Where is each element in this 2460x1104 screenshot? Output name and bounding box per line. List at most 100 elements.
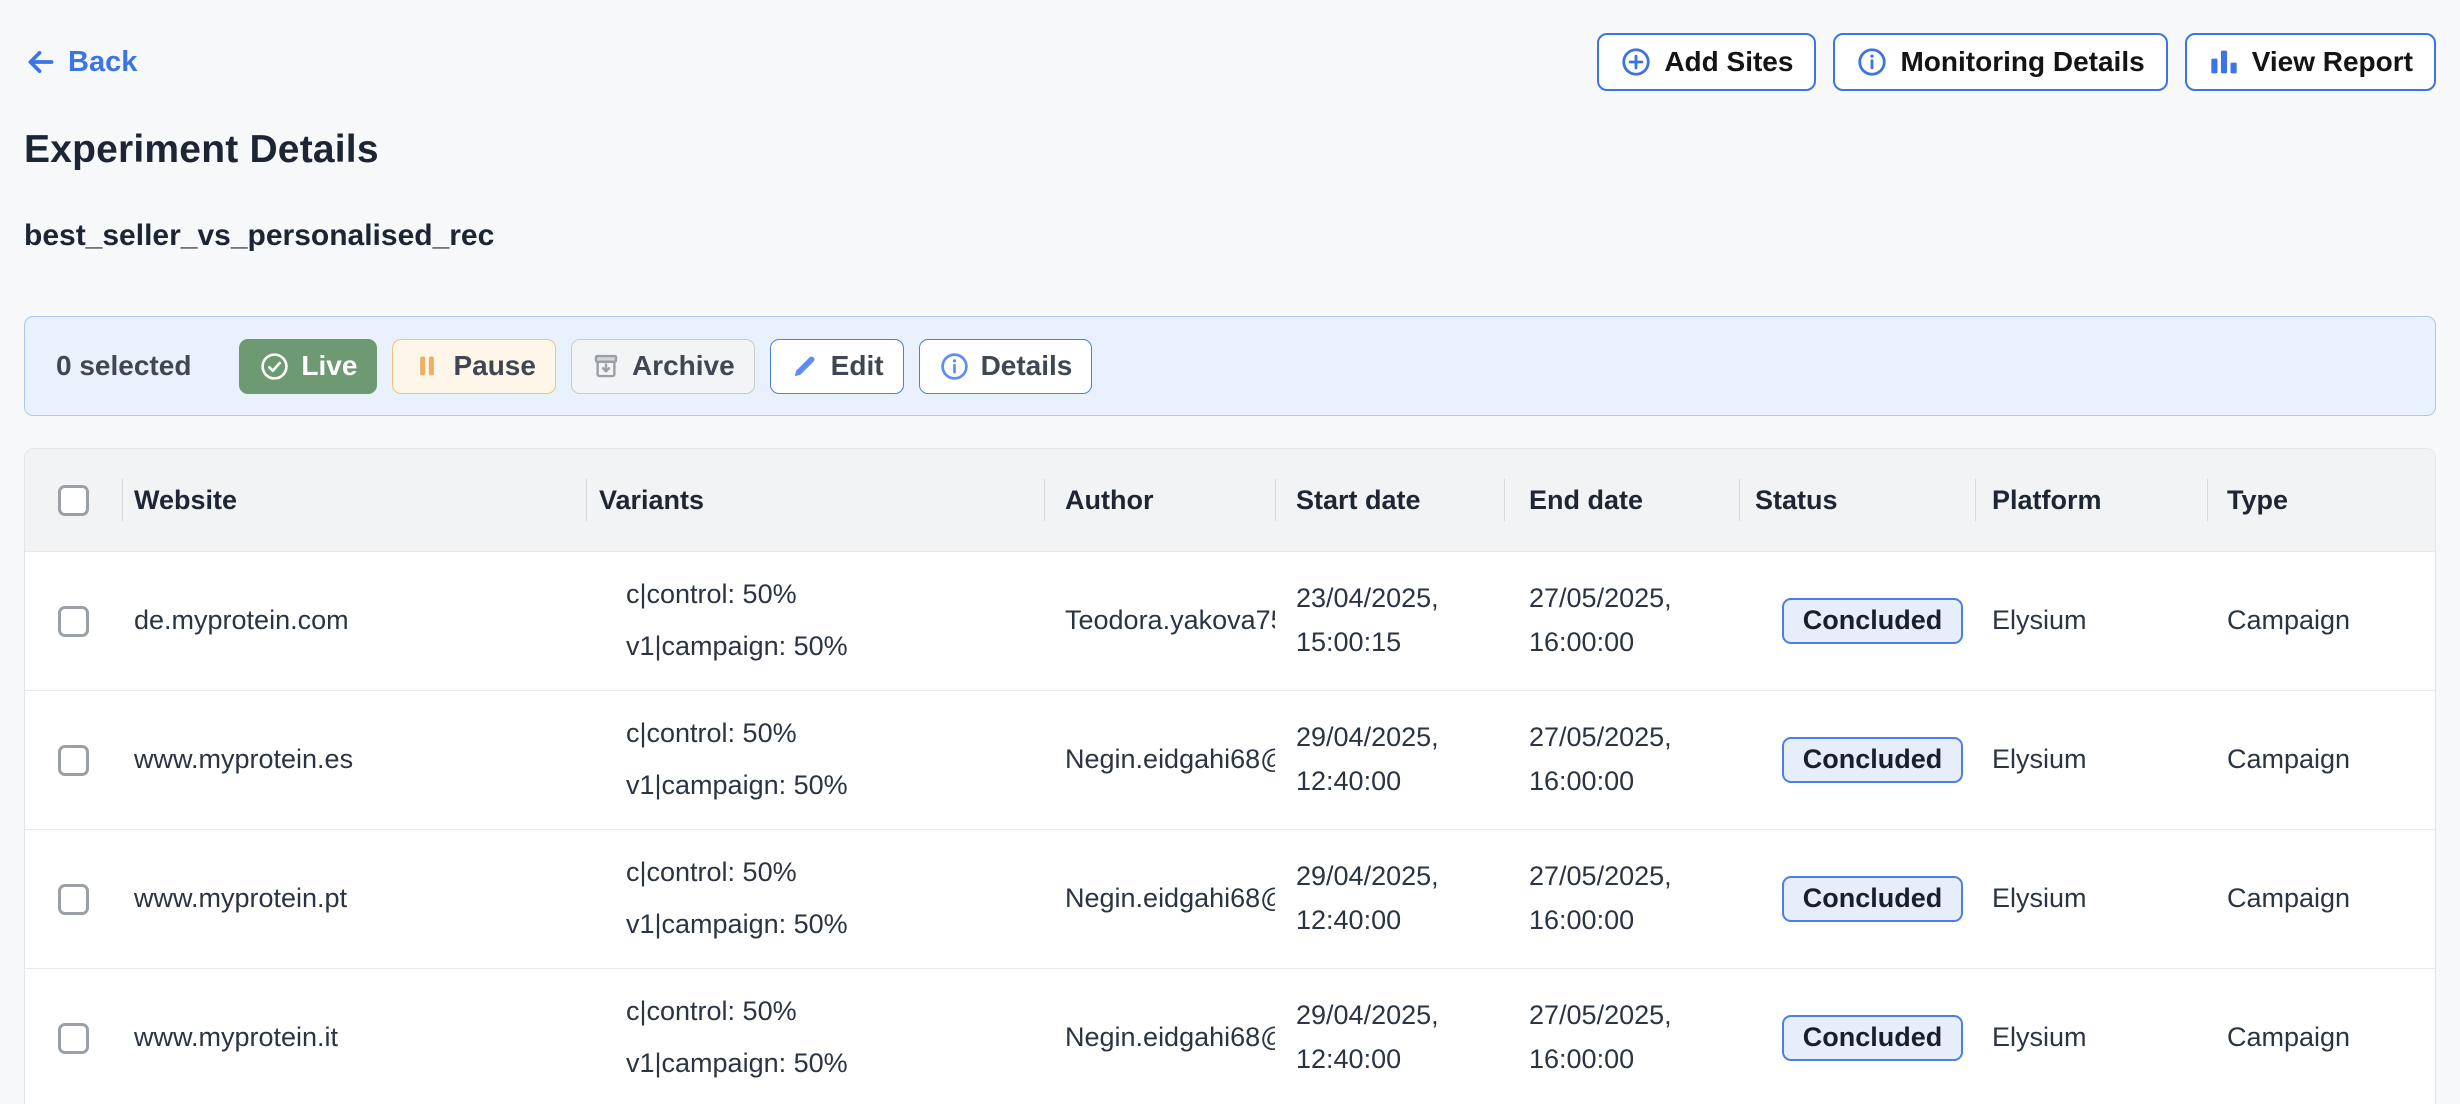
column-header-start-date[interactable]: Start date: [1275, 449, 1504, 551]
row-checkbox-cell: [25, 691, 122, 829]
bar-chart-icon: [2208, 46, 2240, 78]
time-line: 16:00:00: [1529, 621, 1739, 665]
status-badge: Concluded: [1782, 737, 1964, 783]
platform-cell: Elysium: [1975, 691, 2207, 829]
type-cell: Campaign: [2207, 969, 2436, 1104]
author-cell: Negin.eidgahi68@t: [1044, 969, 1275, 1104]
sites-table: Website Variants Author Start date End d…: [24, 448, 2436, 1104]
row-checkbox[interactable]: [58, 1023, 89, 1054]
monitoring-details-button[interactable]: Monitoring Details: [1833, 33, 2167, 91]
date-line: 29/04/2025,: [1296, 994, 1504, 1038]
status-cell: Concluded: [1739, 830, 1975, 968]
start-date-cell: 29/04/2025, 12:40:00: [1275, 691, 1504, 829]
column-header-website[interactable]: Website: [122, 449, 586, 551]
status-cell: Concluded: [1739, 691, 1975, 829]
column-header-variants[interactable]: Variants: [586, 449, 1044, 551]
variants-cell: c|control: 50% v1|campaign: 50%: [586, 969, 1044, 1104]
live-button[interactable]: Live: [239, 339, 377, 394]
status-badge: Concluded: [1782, 876, 1964, 922]
end-date-cell: 27/05/2025, 16:00:00: [1504, 552, 1739, 690]
row-checkbox[interactable]: [58, 745, 89, 776]
table-row: de.myprotein.com c|control: 50% v1|campa…: [25, 551, 2435, 690]
variant-line: c|control: 50%: [626, 708, 1044, 760]
platform-cell: Elysium: [1975, 552, 2207, 690]
top-bar: Back Add Sites Monitoring Details View R…: [24, 0, 2436, 91]
author-cell: Teodora.yakova75@: [1044, 552, 1275, 690]
end-date-cell: 27/05/2025, 16:00:00: [1504, 691, 1739, 829]
end-date-cell: 27/05/2025, 16:00:00: [1504, 830, 1739, 968]
info-circle-icon: [939, 351, 970, 382]
variants-cell: c|control: 50% v1|campaign: 50%: [586, 552, 1044, 690]
info-circle-icon: [1856, 46, 1888, 78]
date-line: 27/05/2025,: [1529, 994, 1739, 1038]
column-header-platform[interactable]: Platform: [1975, 449, 2207, 551]
time-line: 16:00:00: [1529, 760, 1739, 804]
column-header-type[interactable]: Type: [2207, 449, 2436, 551]
monitoring-details-label: Monitoring Details: [1900, 46, 2144, 78]
archive-button[interactable]: Archive: [571, 339, 755, 394]
select-all-checkbox[interactable]: [58, 485, 89, 516]
edit-label: Edit: [831, 350, 884, 382]
view-report-button[interactable]: View Report: [2185, 33, 2436, 91]
header-checkbox-cell: [25, 449, 122, 551]
back-arrow-icon: [24, 45, 58, 79]
archive-icon: [591, 351, 621, 381]
selection-toolbar: 0 selected Live Pause Archive Edit Detai…: [24, 316, 2436, 416]
variant-line: v1|campaign: 50%: [626, 760, 1044, 812]
date-line: 29/04/2025,: [1296, 855, 1504, 899]
status-badge: Concluded: [1782, 598, 1964, 644]
column-header-status[interactable]: Status: [1739, 449, 1975, 551]
variant-line: v1|campaign: 50%: [626, 899, 1044, 951]
pause-button[interactable]: Pause: [392, 339, 556, 394]
website-cell: www.myprotein.es: [122, 691, 586, 829]
row-checkbox[interactable]: [58, 884, 89, 915]
variant-line: c|control: 50%: [626, 986, 1044, 1038]
selected-count: 0 selected: [56, 350, 191, 382]
date-line: 27/05/2025,: [1529, 577, 1739, 621]
author-cell: Negin.eidgahi68@t: [1044, 830, 1275, 968]
back-label: Back: [68, 46, 137, 79]
time-line: 12:40:00: [1296, 760, 1504, 804]
row-checkbox[interactable]: [58, 606, 89, 637]
edit-button[interactable]: Edit: [770, 339, 904, 394]
variant-line: c|control: 50%: [626, 569, 1044, 621]
date-line: 29/04/2025,: [1296, 716, 1504, 760]
status-cell: Concluded: [1739, 552, 1975, 690]
back-link[interactable]: Back: [24, 45, 137, 79]
row-checkbox-cell: [25, 552, 122, 690]
time-line: 16:00:00: [1529, 899, 1739, 943]
website-cell: www.myprotein.it: [122, 969, 586, 1104]
status-cell: Concluded: [1739, 969, 1975, 1104]
pencil-icon: [790, 351, 820, 381]
variants-cell: c|control: 50% v1|campaign: 50%: [586, 691, 1044, 829]
column-header-end-date[interactable]: End date: [1504, 449, 1739, 551]
type-cell: Campaign: [2207, 691, 2436, 829]
details-button[interactable]: Details: [919, 339, 1093, 394]
experiment-details-page: Back Add Sites Monitoring Details View R…: [0, 0, 2460, 1104]
top-actions: Add Sites Monitoring Details View Report: [1597, 33, 2436, 91]
check-circle-icon: [259, 351, 290, 382]
variants-cell: c|control: 50% v1|campaign: 50%: [586, 830, 1044, 968]
end-date-cell: 27/05/2025, 16:00:00: [1504, 969, 1739, 1104]
time-line: 12:40:00: [1296, 1038, 1504, 1082]
add-sites-label: Add Sites: [1664, 46, 1793, 78]
page-title: Experiment Details: [24, 128, 2436, 172]
date-line: 27/05/2025,: [1529, 716, 1739, 760]
pause-label: Pause: [453, 350, 536, 382]
table-header: Website Variants Author Start date End d…: [25, 449, 2435, 551]
time-line: 15:00:15: [1296, 621, 1504, 665]
archive-label: Archive: [632, 350, 735, 382]
variant-line: c|control: 50%: [626, 847, 1044, 899]
start-date-cell: 29/04/2025, 12:40:00: [1275, 969, 1504, 1104]
start-date-cell: 23/04/2025, 15:00:15: [1275, 552, 1504, 690]
type-cell: Campaign: [2207, 830, 2436, 968]
status-badge: Concluded: [1782, 1015, 1964, 1061]
view-report-label: View Report: [2252, 46, 2413, 78]
start-date-cell: 29/04/2025, 12:40:00: [1275, 830, 1504, 968]
column-header-author[interactable]: Author: [1044, 449, 1275, 551]
add-sites-button[interactable]: Add Sites: [1597, 33, 1816, 91]
author-cell: Negin.eidgahi68@t: [1044, 691, 1275, 829]
website-cell: www.myprotein.pt: [122, 830, 586, 968]
platform-cell: Elysium: [1975, 830, 2207, 968]
variant-line: v1|campaign: 50%: [626, 621, 1044, 673]
